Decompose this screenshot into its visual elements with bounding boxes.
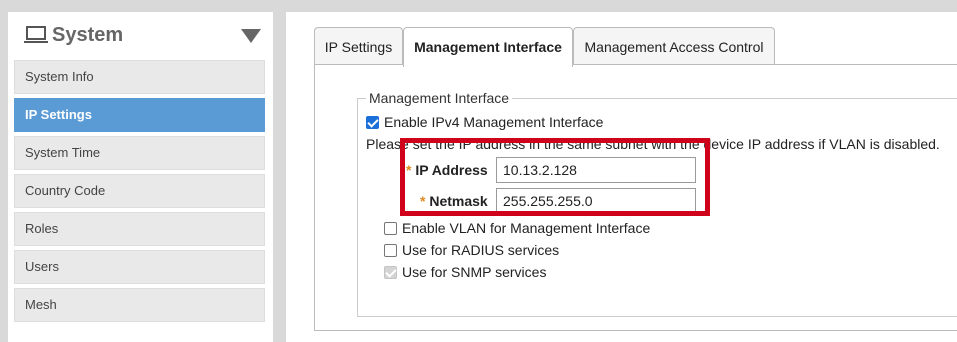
enable-ipv4-checkbox[interactable]	[366, 116, 379, 129]
sidebar-item-users[interactable]: Users	[14, 250, 265, 284]
sidebar-header[interactable]: System	[8, 12, 273, 58]
fieldset-legend: Management Interface	[366, 89, 513, 107]
radius-option-row: Use for RADIUS services	[384, 241, 559, 259]
enable-ipv4-label: Enable IPv4 Management Interface	[384, 114, 604, 130]
netmask-input[interactable]	[496, 188, 696, 214]
subnet-note: Please set the IP address in the same su…	[366, 136, 940, 152]
tab-management-access-control[interactable]: Management Access Control	[573, 27, 775, 65]
sidebar-item-system-info[interactable]: System Info	[14, 60, 265, 94]
netmask-label: Netmask	[429, 193, 488, 209]
radius-checkbox[interactable]	[384, 244, 397, 257]
vlan-option-row: Enable VLAN for Management Interface	[384, 219, 650, 237]
radius-label: Use for RADIUS services	[402, 242, 560, 258]
netmask-label-row: * Netmask	[420, 192, 488, 210]
tab-content: Management Interface Enable IPv4 Managem…	[314, 64, 957, 331]
snmp-checkbox	[384, 266, 397, 279]
sidebar-item-country-code[interactable]: Country Code	[14, 174, 265, 208]
tab-ip-settings[interactable]: IP Settings	[314, 27, 403, 65]
ip-address-label: IP Address	[415, 162, 488, 178]
sidebar-item-ip-settings[interactable]: IP Settings	[14, 98, 265, 132]
sidebar-item-system-time[interactable]: System Time	[14, 136, 265, 170]
snmp-label: Use for SNMP services	[402, 264, 547, 280]
ip-address-label-row: * IP Address	[406, 161, 488, 179]
snmp-option-row: Use for SNMP services	[384, 263, 546, 281]
enable-ipv4-row: Enable IPv4 Management Interface	[366, 113, 603, 131]
ip-address-input[interactable]	[496, 157, 696, 183]
enable-vlan-label: Enable VLAN for Management Interface	[402, 220, 651, 236]
sidebar-item-mesh[interactable]: Mesh	[14, 288, 265, 322]
main-panel: IP Settings Management Interface Managem…	[286, 12, 957, 342]
management-interface-fieldset: Management Interface Enable IPv4 Managem…	[357, 89, 957, 317]
sidebar-item-roles[interactable]: Roles	[14, 212, 265, 246]
sidebar-title: System	[52, 24, 124, 46]
required-mark: *	[406, 162, 412, 178]
enable-vlan-checkbox[interactable]	[384, 222, 397, 235]
sidebar: System System Info IP Settings System Ti…	[8, 12, 273, 342]
required-mark: *	[420, 193, 426, 209]
tab-management-interface[interactable]: Management Interface	[403, 27, 573, 67]
